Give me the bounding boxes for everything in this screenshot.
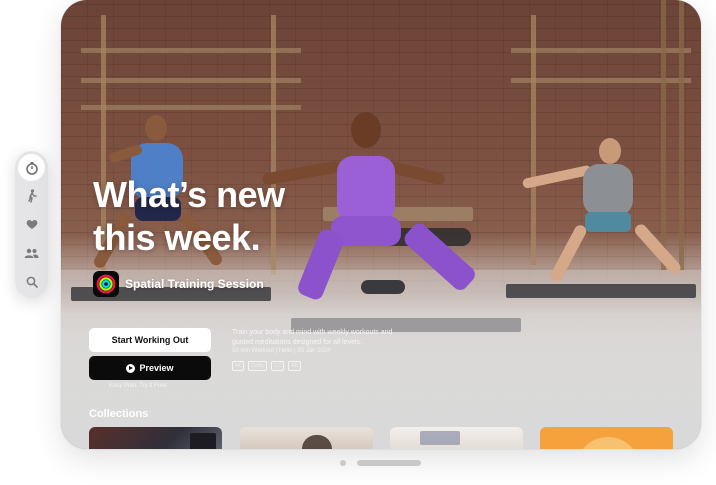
collection-tile[interactable]	[540, 427, 673, 449]
tab-activity[interactable]	[18, 182, 45, 209]
window-grabber[interactable]	[357, 460, 421, 466]
hero-headline: What’s new this week.	[93, 174, 285, 258]
window-dot[interactable]	[340, 460, 346, 466]
session-title: Spatial Training Session	[125, 277, 264, 291]
start-working-out-button[interactable]: Start Working Out	[89, 328, 211, 352]
search-icon	[26, 276, 38, 288]
collection-tile[interactable]	[240, 427, 373, 449]
featured-session[interactable]: Spatial Training Session	[93, 270, 264, 298]
preview-button-label: Preview	[139, 363, 174, 373]
tab-sharing[interactable]	[18, 240, 45, 267]
main-window: What’s new this week. Spatial Training S…	[61, 0, 701, 449]
heart-icon	[26, 220, 37, 229]
badge-cc: CC	[270, 361, 285, 371]
fitness-rings-icon	[93, 271, 119, 297]
collection-tile[interactable]	[89, 427, 222, 449]
preview-button[interactable]: Preview	[89, 356, 211, 380]
badge-4k: 4K	[232, 361, 245, 371]
session-description: Train your body and mind with weekly wor…	[232, 329, 393, 346]
tab-workouts[interactable]	[18, 154, 45, 181]
plan-fineprint: Easy Plan. Try it Free	[109, 383, 167, 389]
tab-search[interactable]	[18, 268, 45, 295]
session-meta: 10 min Workout | Hello | 25 Jan 2024	[232, 348, 331, 354]
people-icon	[24, 248, 39, 258]
collections-heading: Collections	[89, 408, 149, 420]
tab-health[interactable]	[18, 211, 45, 238]
collection-tile[interactable]	[390, 427, 523, 449]
format-badges: 4K Dolby CC AD	[232, 361, 302, 371]
play-icon	[126, 363, 136, 373]
sidebar-tabbar	[15, 151, 48, 298]
badge-dolby: Dolby	[248, 361, 267, 371]
figure-walk-icon	[27, 188, 37, 203]
stopwatch-icon	[25, 161, 38, 175]
badge-ad: AD	[288, 361, 302, 371]
